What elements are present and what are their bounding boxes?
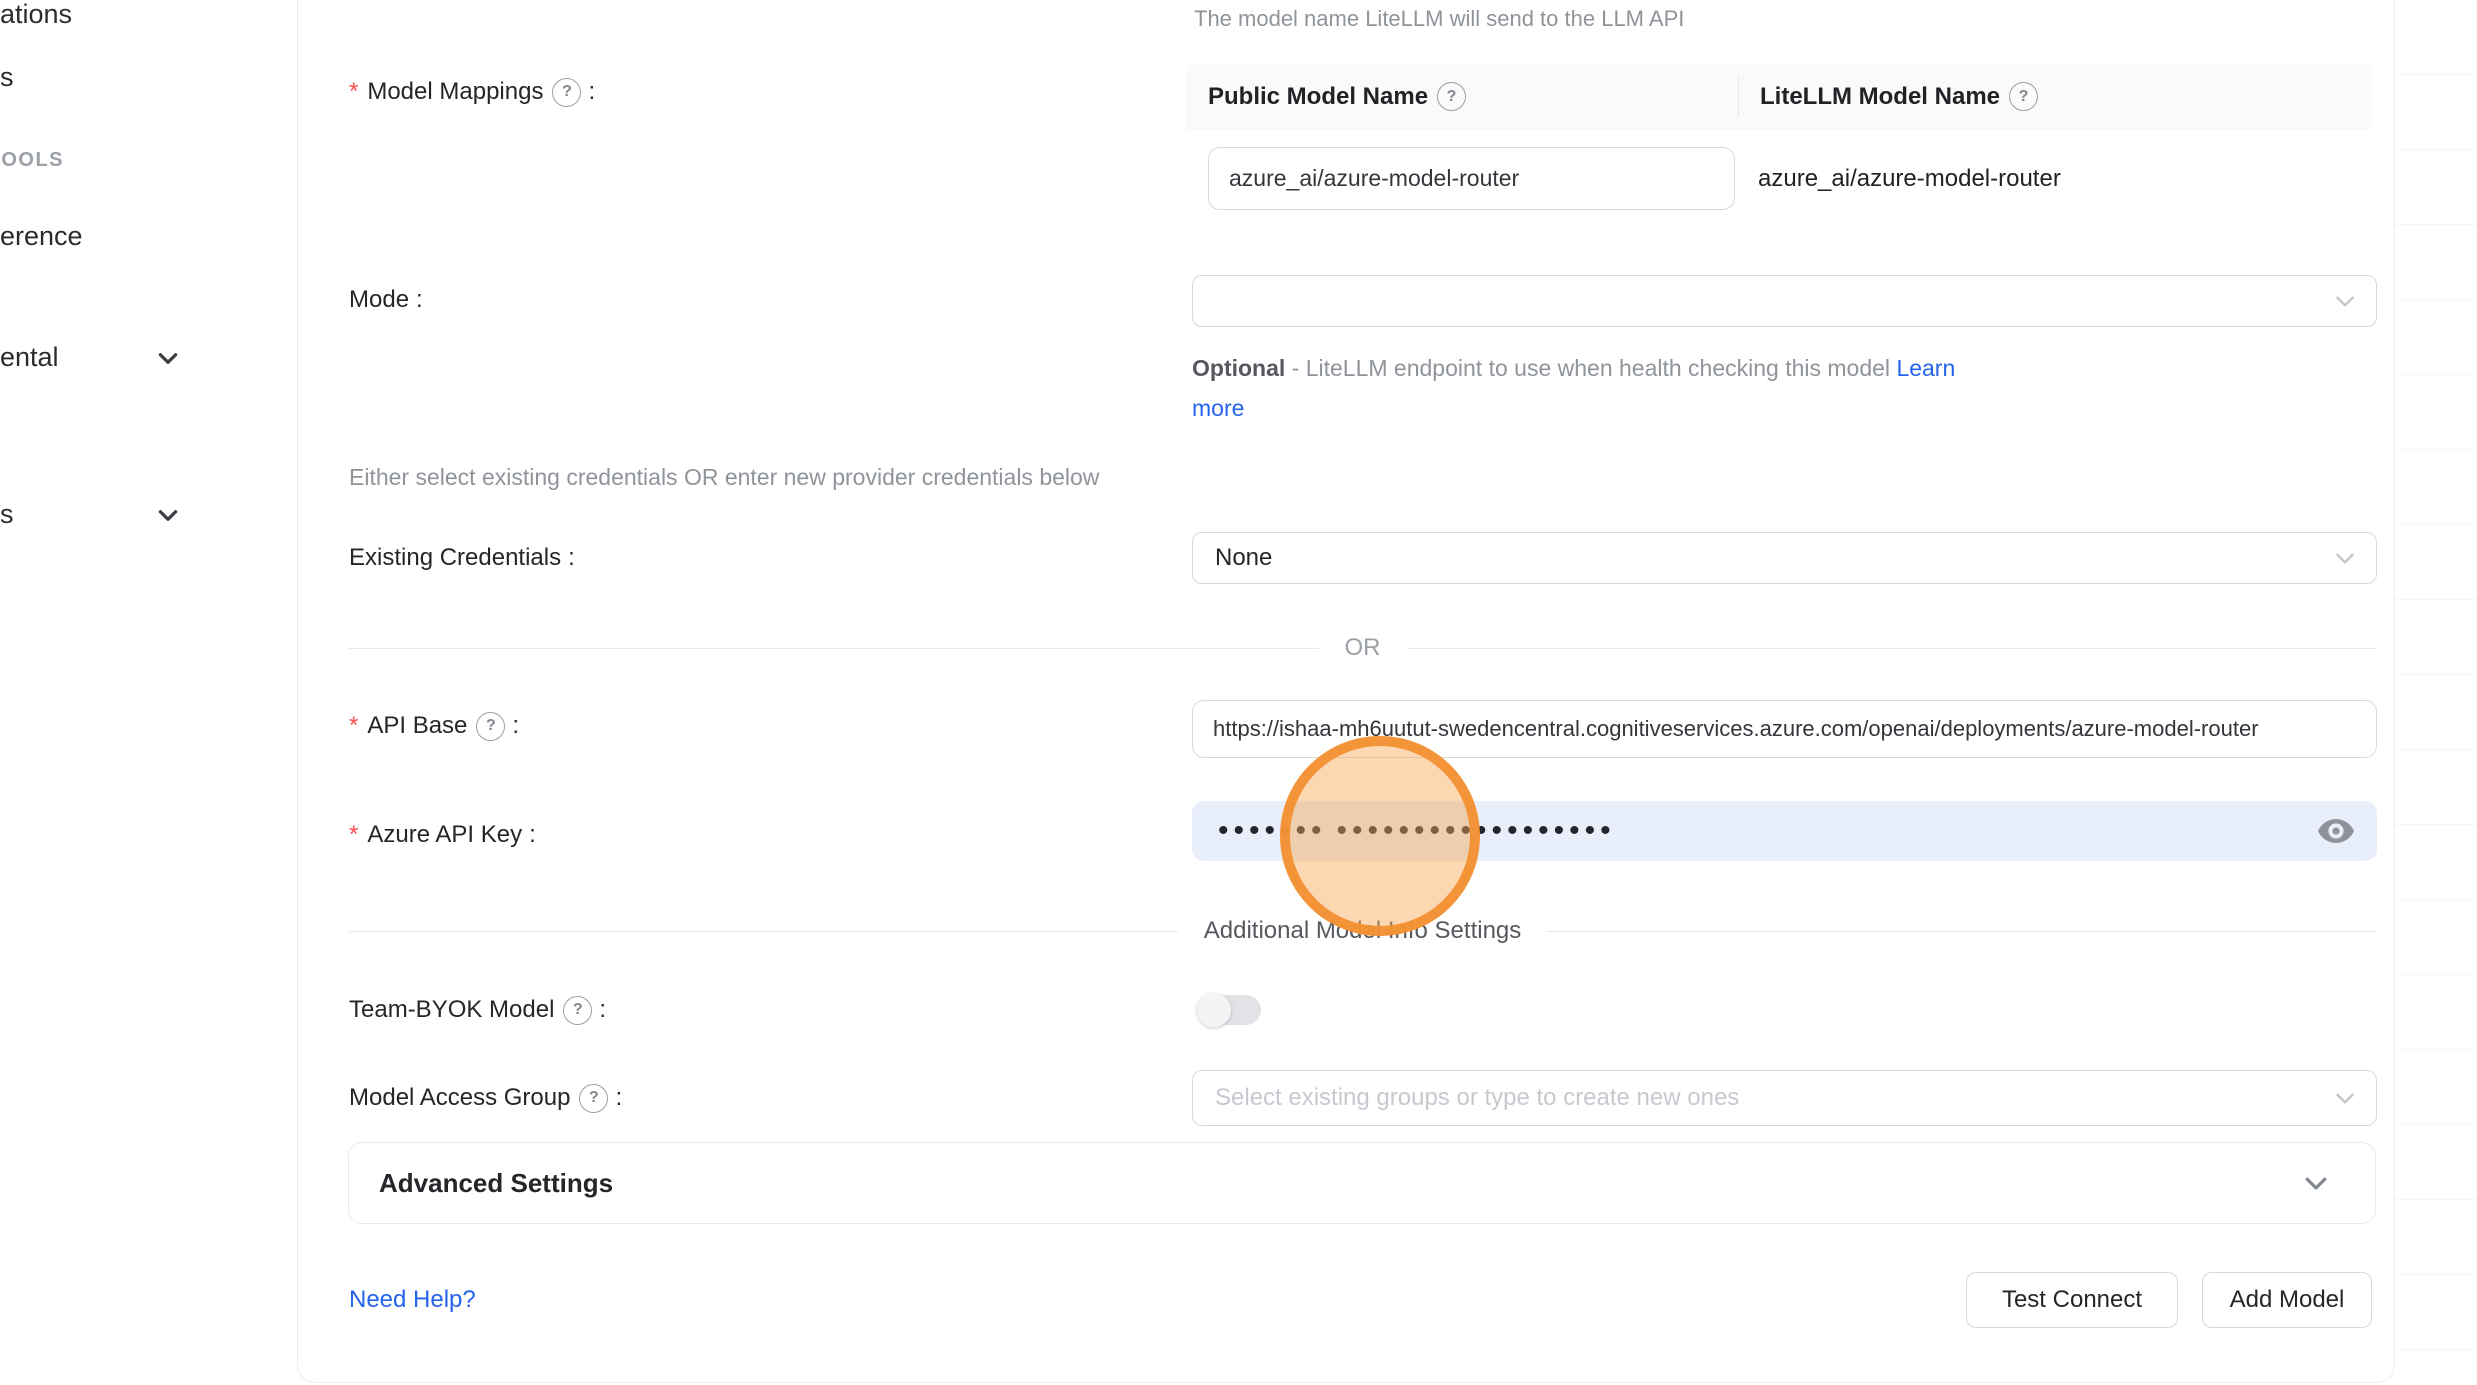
sidebar-item-0[interactable]: ations [0,0,72,30]
label-colon: : [568,544,575,572]
litellm-model-name-value: azure_ai/azure-model-router [1758,147,2061,210]
label-colon: : [529,821,536,849]
mode-label-text: Mode [349,286,409,314]
model-name-hint: The model name LiteLLM will send to the … [1194,6,1684,32]
public-model-name-input[interactable]: azure_ai/azure-model-router [1208,147,1735,210]
sidebar-item-1[interactable]: s [0,61,14,93]
divider-line [349,648,1319,649]
required-asterisk: * [349,712,358,740]
team-byok-label-text: Team-BYOK Model [349,996,554,1024]
azure-api-key-label-text: Azure API Key [367,821,522,849]
required-asterisk: * [349,78,358,106]
additional-settings-divider: Additional Model Info Settings [349,917,2376,945]
toggle-knob [1197,993,1231,1027]
credentials-note: Either select existing credentials OR en… [349,464,1099,491]
team-byok-toggle[interactable] [1197,995,1261,1025]
model-mappings-label: * Model Mappings ? : [349,76,595,108]
sidebar-item-3[interactable]: erence [0,220,83,252]
help-icon[interactable]: ? [563,996,592,1025]
api-base-label: * API Base ? : [349,710,519,742]
sidebar-item-5[interactable]: s [0,498,14,530]
model-access-group-placeholder: Select existing groups or type to create… [1215,1084,1739,1112]
public-model-name-header-text: Public Model Name [1208,83,1428,111]
model-access-group-select[interactable]: Select existing groups or type to create… [1192,1070,2377,1126]
mode-hint-text: - LiteLLM endpoint to use when health ch… [1285,355,1896,381]
chevron-down-icon[interactable] [155,502,181,528]
help-icon[interactable]: ? [1437,82,1466,111]
mode-hint: Optional - LiteLLM endpoint to use when … [1192,348,2007,428]
mode-select[interactable] [1192,275,2377,327]
required-asterisk: * [349,821,358,849]
api-base-label-text: API Base [367,712,467,740]
existing-credentials-value: None [1215,544,1272,572]
sidebar-section-tools: TOOLS [0,148,64,172]
chevron-down-icon [2332,288,2358,314]
azure-api-key-input[interactable]: ••••••• •••••••••••••••••• [1192,801,2377,861]
public-model-name-header: Public Model Name ? [1186,82,1738,111]
model-mappings-label-text: Model Mappings [367,78,543,106]
help-icon[interactable]: ? [2009,82,2038,111]
sidebar: ations s TOOLS erence ental s [0,0,297,1385]
advanced-settings-panel[interactable]: Advanced Settings [348,1142,2376,1224]
help-icon[interactable]: ? [552,78,581,107]
model-mappings-table-header: Public Model Name ? LiteLLM Model Name ? [1186,63,2372,130]
add-model-button[interactable]: Add Model [2202,1272,2372,1328]
header-separator [1738,77,1739,116]
label-colon: : [615,1084,622,1112]
test-connect-button[interactable]: Test Connect [1966,1272,2178,1328]
divider-line [1407,648,2377,649]
advanced-settings-label: Advanced Settings [379,1168,613,1199]
chevron-down-icon [2301,1168,2331,1198]
team-byok-label: Team-BYOK Model ? : [349,994,606,1026]
mode-label: Mode : [349,284,423,316]
azure-api-key-label: * Azure API Key : [349,819,536,851]
masked-password-dots: ••••••• [1218,816,1327,846]
litellm-model-name-header-text: LiteLLM Model Name [1760,83,2000,111]
help-icon[interactable]: ? [579,1084,608,1113]
chevron-down-icon [2332,545,2358,571]
or-divider: OR [349,634,2376,662]
chevron-down-icon [2332,1085,2358,1111]
add-model-page: ations s TOOLS erence ental s The model … [0,0,2477,1385]
masked-password-dots: •••••••••••••••••• [1337,816,1616,846]
label-colon: : [512,712,519,740]
chevron-down-icon[interactable] [155,345,181,371]
existing-credentials-select[interactable]: None [1192,532,2377,584]
model-access-group-label: Model Access Group ? : [349,1082,622,1114]
need-help-link[interactable]: Need Help? [349,1286,476,1314]
label-colon: : [416,286,423,314]
divider-line [1547,931,2376,932]
eye-icon[interactable] [2317,816,2355,846]
help-icon[interactable]: ? [476,712,505,741]
model-access-group-label-text: Model Access Group [349,1084,570,1112]
sidebar-item-4[interactable]: ental [0,341,59,373]
litellm-model-name-header: LiteLLM Model Name ? [1738,82,2038,111]
divider-line [349,931,1178,932]
label-colon: : [588,78,595,106]
existing-credentials-label-text: Existing Credentials [349,544,561,572]
background-table-lines-right [2394,0,2477,1385]
mode-hint-optional: Optional [1192,355,1285,381]
or-divider-text: OR [1345,634,1381,662]
additional-settings-divider-text: Additional Model Info Settings [1204,917,1522,945]
label-colon: : [599,996,606,1024]
existing-credentials-label: Existing Credentials : [349,542,575,574]
api-base-input[interactable]: https://ishaa-mh6uutut-swedencentral.cog… [1192,700,2377,758]
